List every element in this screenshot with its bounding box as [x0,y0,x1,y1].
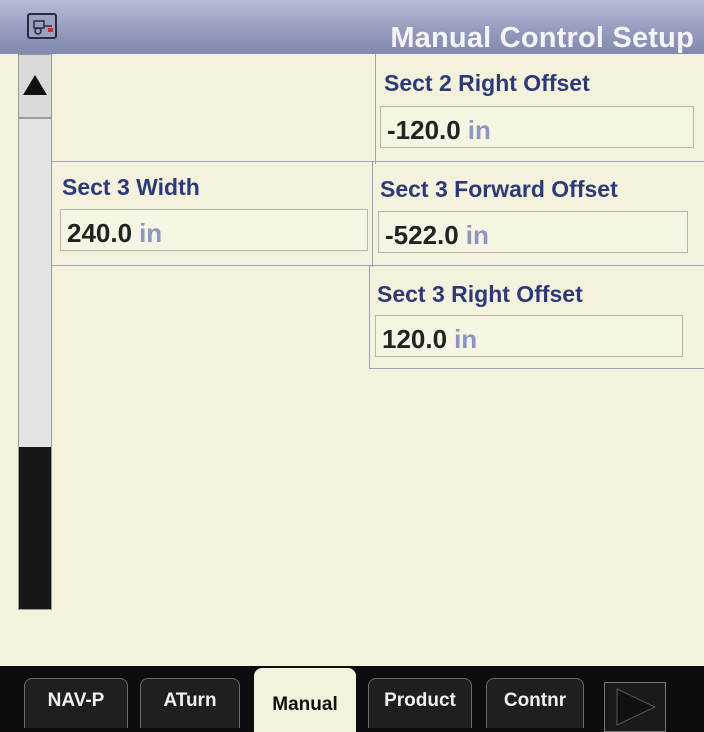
next-tabs-button[interactable] [604,682,666,732]
sect3-right-offset-value-text: 120.0 in [382,324,477,355]
screen: Manual Control Setup Sect 2 Right Offset… [0,0,704,732]
grid-divider [52,161,704,162]
implement-icon[interactable] [27,13,57,39]
unit-label: in [465,220,489,250]
grid-divider [375,54,376,164]
vertical-scrollbar[interactable] [18,54,52,610]
sect3-right-offset-field[interactable]: 120.0 in [375,315,683,357]
sect3-right-offset-label: Sect 3 Right Offset [377,281,583,307]
sect2-right-offset-label: Sect 2 Right Offset [384,70,590,96]
sect3-forward-offset-field[interactable]: -522.0 in [378,211,688,253]
triangle-up-icon [23,75,47,95]
sect3-right-offset-value: 120.0 [382,324,448,354]
sect3-forward-offset-value: -522.0 [385,220,459,250]
scroll-thumb[interactable] [19,447,51,609]
title-bar: Manual Control Setup [0,0,704,54]
unit-label: in [467,115,491,145]
tab-manual[interactable]: Manual [254,668,356,732]
grid-divider [369,265,370,369]
sect3-width-label: Sect 3 Width [62,174,200,200]
tab-bar: NAV-P ATurn Manual Product Contnr [0,666,704,732]
tab-product[interactable]: Product [368,678,472,728]
unit-label: in [139,218,163,248]
unit-label: in [454,324,478,354]
sect3-width-value-text: 240.0 in [67,218,162,249]
tab-contnr[interactable]: Contnr [486,678,584,728]
sect3-forward-offset-label: Sect 3 Forward Offset [380,176,618,202]
sect2-right-offset-field[interactable]: -120.0 in [380,106,694,148]
tab-aturn[interactable]: ATurn [140,678,240,728]
sect3-width-value: 240.0 [67,218,133,248]
sect2-right-offset-value-text: -120.0 in [387,115,491,146]
grid-divider [52,265,704,266]
sect3-forward-offset-value-text: -522.0 in [385,220,489,251]
triangle-right-icon [616,688,657,726]
sect2-right-offset-value: -120.0 [387,115,461,145]
scroll-up-button[interactable] [19,55,51,119]
grid-divider [372,161,373,267]
sect3-width-field[interactable]: 240.0 in [60,209,368,251]
grid-divider [369,368,704,369]
page-title: Manual Control Setup [390,22,694,54]
tab-nav-p[interactable]: NAV-P [24,678,128,728]
